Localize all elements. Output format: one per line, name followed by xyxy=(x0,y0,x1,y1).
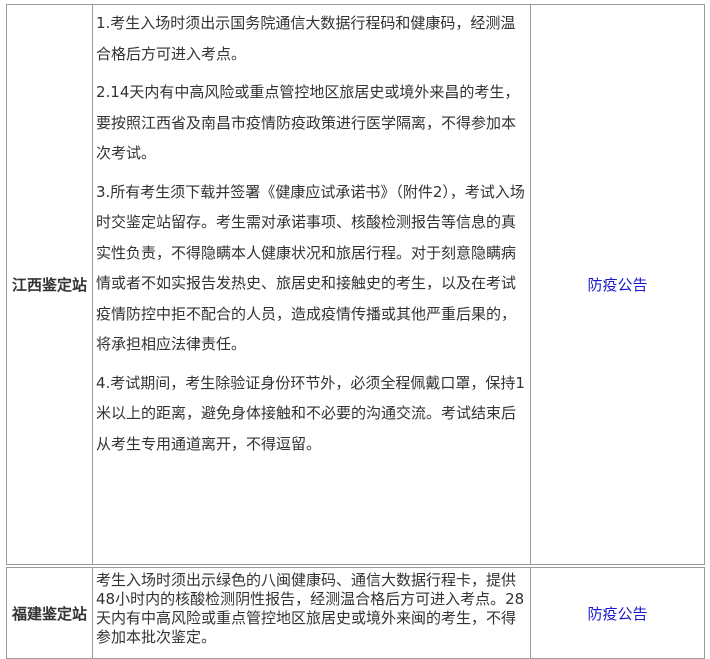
requirement-item: 4.考试期间，考生除验证身份环节外，必须全程佩戴口罩，保持1米以上的距离，避免身… xyxy=(96,373,525,453)
requirement-item: 1.考生入场时须出示国务院通信大数据行程码和健康码，经测温合格后方可进入考点。 xyxy=(96,14,516,63)
requirements-jiangxi: 1.考生入场时须出示国务院通信大数据行程码和健康码，经测温合格后方可进入考点。 … xyxy=(92,4,531,565)
exam-station-table: 江西鉴定站 1.考生入场时须出示国务院通信大数据行程码和健康码，经测温合格后方可… xyxy=(0,0,710,659)
epidemic-notice-link-fujian[interactable]: 防疫公告 xyxy=(587,603,647,624)
station-name-label: 江西鉴定站 xyxy=(11,276,87,294)
requirements-fujian: 考生入场时须出示绿色的八闽健康码、通信大数据行程卡，提供48小时内的核酸检测阴性… xyxy=(92,567,531,659)
notice-cell-fujian: 防疫公告 xyxy=(530,567,705,659)
requirement-item: 3.所有考生须下载并签署《健康应试承诺书》（附件2），考试入场时交鉴定站留存。考… xyxy=(96,182,525,354)
station-name-jiangxi: 江西鉴定站 xyxy=(6,4,93,565)
requirement-item: 2.14天内有中高风险或重点管控地区旅居史或境外来昌的考生，要按照江西省及南昌市… xyxy=(96,83,520,162)
epidemic-notice-link-jiangxi[interactable]: 防疫公告 xyxy=(587,274,647,295)
requirement-item: 考生入场时须出示绿色的八闽健康码、通信大数据行程卡，提供48小时内的核酸检测阴性… xyxy=(96,571,525,646)
station-name-fujian: 福建鉴定站 xyxy=(6,567,93,659)
notice-cell-jiangxi: 防疫公告 xyxy=(530,4,705,565)
station-name-label: 福建鉴定站 xyxy=(11,604,87,623)
